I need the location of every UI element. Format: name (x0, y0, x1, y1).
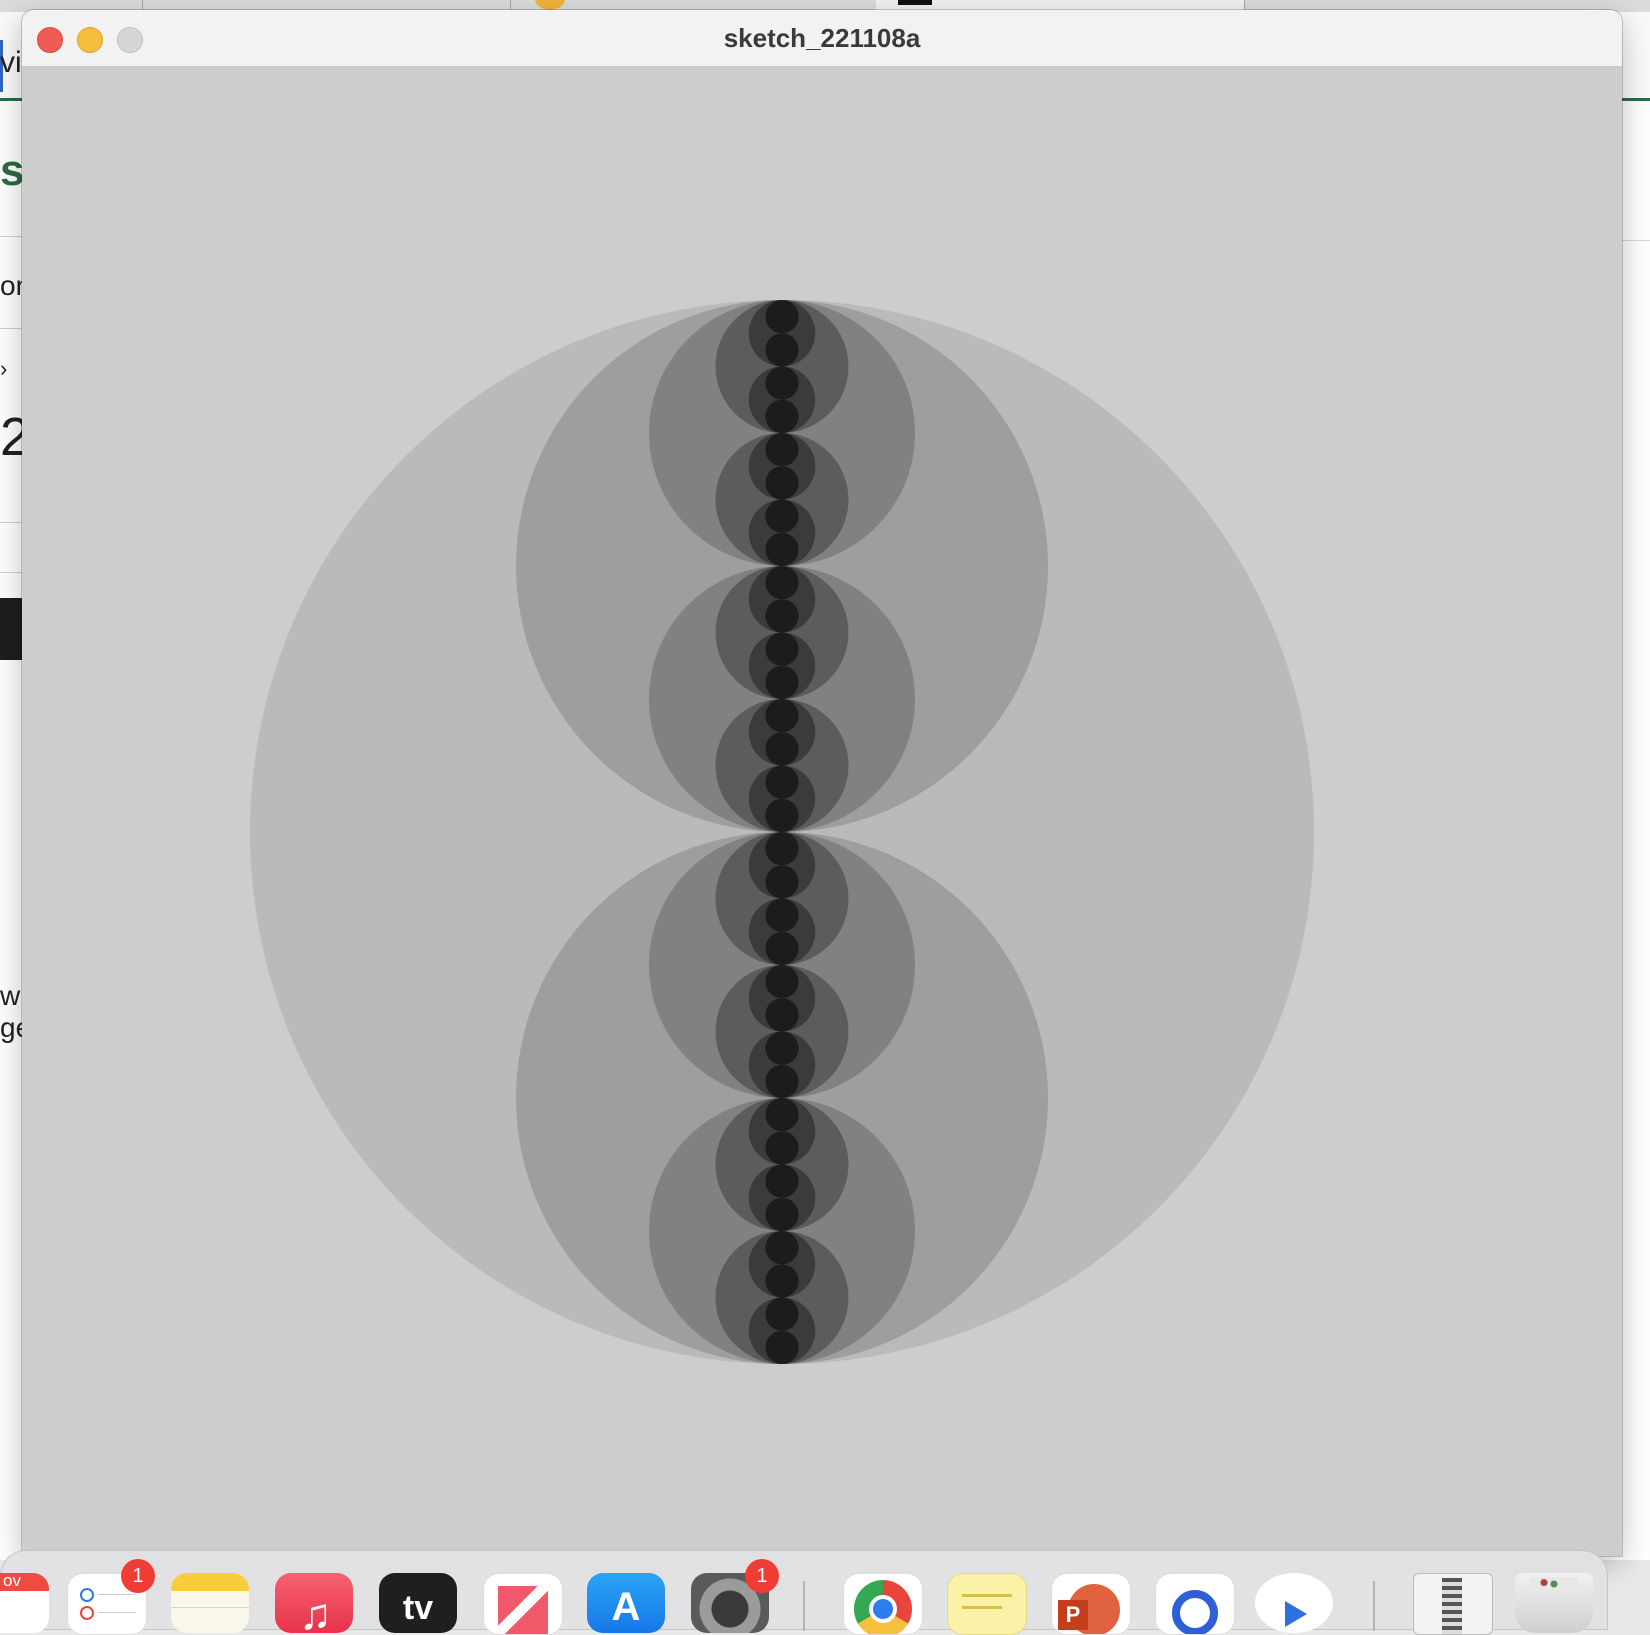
fractal-circle (765, 1330, 799, 1364)
fractal-circle (765, 732, 799, 766)
stickies-icon[interactable] (947, 1573, 1027, 1635)
background-heading-fragment: se (0, 146, 22, 195)
fractal-circle (765, 433, 799, 467)
window-title: sketch_221108a (723, 23, 921, 53)
powerpoint-icon[interactable]: P (1051, 1573, 1131, 1635)
tab-favicon-icon (898, 0, 932, 5)
fractal-circle (765, 1064, 799, 1098)
divider (1622, 240, 1650, 241)
title-bar[interactable]: sketch_221108a (22, 10, 1622, 67)
fractal-circle (765, 1264, 799, 1298)
sketch-window: sketch_221108a (22, 10, 1622, 1556)
calendar-icon[interactable]: ov (0, 1573, 49, 1633)
news-icon[interactable] (483, 1573, 563, 1635)
fractal-circle (765, 1197, 799, 1231)
dock-divider (803, 1581, 805, 1631)
fractal-circle (765, 1164, 799, 1198)
fractal-circle (765, 599, 799, 633)
divider (0, 236, 22, 237)
background-dark-button[interactable] (0, 598, 22, 660)
fractal-circle (765, 931, 799, 965)
sketch-canvas[interactable] (22, 67, 1622, 1556)
fractal-circle (765, 366, 799, 400)
fractal-circle (765, 1131, 799, 1165)
app-store-icon[interactable]: A (587, 1573, 665, 1633)
fractal-circle (765, 532, 799, 566)
background-text-fragment: ge (0, 1012, 22, 1043)
divider (0, 522, 22, 523)
fractal-circle (765, 1031, 799, 1065)
fractal-circle (765, 998, 799, 1032)
fractal-circle (765, 832, 799, 866)
chrome-icon[interactable] (843, 1573, 923, 1635)
fractal-circle (765, 466, 799, 500)
fractal-circle (765, 1098, 799, 1132)
background-title-fragment: 21 (0, 407, 22, 467)
fractal-circle (765, 632, 799, 666)
background-text-fragment: vi (0, 46, 22, 79)
video-player-icon[interactable] (1255, 1573, 1333, 1633)
trash-icon[interactable] (1515, 1573, 1593, 1633)
fractal-circle (765, 333, 799, 367)
notes-icon[interactable] (171, 1573, 249, 1633)
fractal-circle (765, 566, 799, 600)
apple-tv-icon[interactable]: tv (379, 1573, 457, 1633)
fractal-circle (765, 798, 799, 832)
fractal-circle (765, 399, 799, 433)
fractal-circle (765, 699, 799, 733)
divider (0, 572, 22, 573)
dock: ov 1 ♫ tv A 1 P (0, 1550, 1608, 1635)
tab-favicon-icon[interactable] (535, 0, 565, 10)
dock-divider (1373, 1581, 1375, 1631)
fractal-circle (765, 765, 799, 799)
fractal-circle (765, 898, 799, 932)
fractal-circle (765, 300, 799, 334)
divider (0, 328, 22, 329)
fractal-circle (765, 1297, 799, 1331)
system-settings-badge: 1 (745, 1559, 779, 1593)
fractal-circle (765, 865, 799, 899)
fractal-circle (765, 665, 799, 699)
archive-utility-icon[interactable] (1413, 1573, 1493, 1635)
background-breadcrumb-fragment[interactable]: › (0, 356, 22, 382)
background-text-fragment: on (0, 270, 22, 301)
fractal-circle (765, 965, 799, 999)
background-text-fragment: wi (0, 980, 22, 1011)
fractal-circle (765, 499, 799, 533)
reminders-badge: 1 (121, 1559, 155, 1593)
fractal-circle (765, 1231, 799, 1265)
fractal-circles-drawing (250, 300, 1314, 1364)
vpn-icon[interactable] (1155, 1573, 1235, 1635)
music-icon[interactable]: ♫ (275, 1573, 353, 1633)
